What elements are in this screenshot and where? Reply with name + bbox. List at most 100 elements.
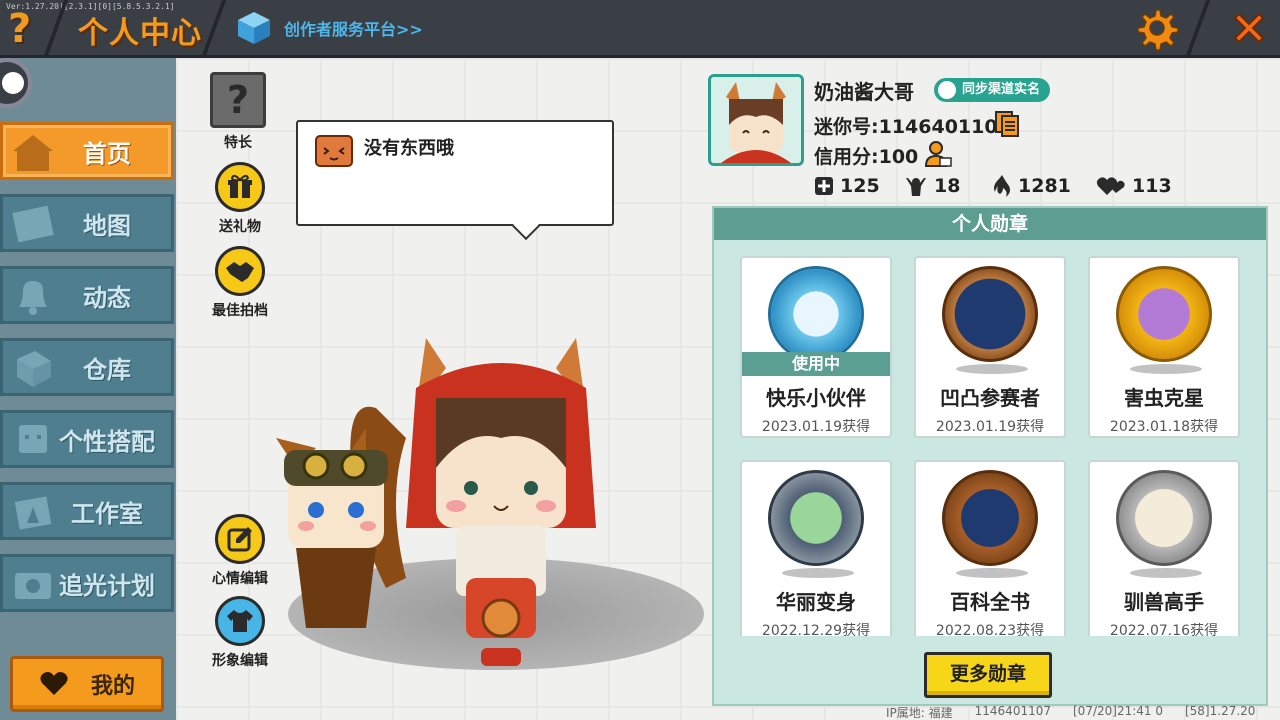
player-name: 奶油酱大哥 <box>814 80 914 104</box>
specialty-button[interactable]: ? 特长 <box>203 72 273 152</box>
medal-shadow <box>956 364 1028 374</box>
medal-date: 2023.01.19获得 <box>761 419 871 435</box>
stat-hearts-value: 113 <box>1132 175 1172 197</box>
main-area: ? 特长 送礼物 最佳拍档 心情编辑 形象编辑 没有东西哦 奶油酱大哥 同步渠道… <box>176 58 1280 720</box>
medal-card[interactable]: 百科全书 2022.08.23获得 <box>914 460 1066 636</box>
question-block-icon: ? <box>210 72 266 128</box>
sidebar-item-label: 个性搭配 <box>59 427 155 456</box>
hearts-icon <box>1096 177 1125 195</box>
sidebar-item-label: 工作室 <box>71 499 143 528</box>
sidebar-item-outfit[interactable]: 个性搭配 <box>0 410 174 468</box>
medal-name: 百科全书 <box>950 590 1030 614</box>
medals-title: 个人勋章 <box>714 208 1266 240</box>
creator-platform-link[interactable]: 创作者服务平台>> <box>236 10 423 46</box>
medal-name: 快乐小伙伴 <box>766 386 866 410</box>
speech-bubble-text: 没有东西哦 <box>364 138 454 159</box>
footer-info: IP属地: 福建 1146401107 [07/20]21:41 0 [58]1… <box>886 704 1280 720</box>
footer-version: [58]1.27.20 <box>1184 704 1256 718</box>
handshake-icon <box>215 246 265 296</box>
medal-date: 2022.07.16获得 <box>1109 623 1219 636</box>
sidebar-item-label: 追光计划 <box>59 571 155 600</box>
mini-id: 迷你号:1146401107 <box>814 116 1011 138</box>
medal-card[interactable]: 凹凸参赛者 2023.01.19获得 <box>914 256 1066 438</box>
sidebar: 首页 地图 动态 仓库 个性搭配 工作室 追光计划 我的 <box>0 58 176 720</box>
player-avatar[interactable] <box>256 328 656 678</box>
medal-badge-icon <box>942 266 1038 362</box>
heart-icon <box>40 672 68 695</box>
close-button[interactable] <box>1218 0 1280 56</box>
avatar[interactable] <box>708 74 804 166</box>
character-icon <box>19 425 47 453</box>
medal-name: 驯兽高手 <box>1124 590 1204 614</box>
medal-date: 2023.01.19获得 <box>935 419 1045 435</box>
gear-icon[interactable] <box>1132 4 1180 52</box>
verify-badge[interactable]: 同步渠道实名 <box>934 78 1051 102</box>
question-icon: ? <box>8 6 32 52</box>
sidebar-item-label: 动态 <box>83 283 131 312</box>
ip-location: IP属地: 福建 <box>886 706 953 720</box>
sidebar-item-home[interactable]: 首页 <box>0 122 174 180</box>
speech-bubble: 没有东西哦 <box>296 120 614 226</box>
stat-heat: 1281 <box>992 174 1096 198</box>
medal-badge-icon <box>942 470 1038 566</box>
medal-badge-icon <box>1116 470 1212 566</box>
credit-person-icon[interactable] <box>924 140 952 168</box>
stat-hearts: 113 <box>1096 174 1186 198</box>
stat-likes: 125 <box>814 174 904 198</box>
footer-uid: 1146401107 <box>974 704 1051 718</box>
studio-icon <box>14 496 52 530</box>
medal-card[interactable]: 驯兽高手 2022.07.16获得 <box>1088 460 1240 636</box>
stat-fans: 18 <box>904 174 992 198</box>
medal-card[interactable]: 华丽变身 2022.12.29获得 <box>740 460 892 636</box>
best-partner-label: 最佳拍档 <box>212 303 268 319</box>
sidebar-item-light-chase[interactable]: 追光计划 <box>0 554 174 612</box>
sidebar-item-map[interactable]: 地图 <box>0 194 174 252</box>
sidebar-item-label: 首页 <box>83 139 131 168</box>
medal-shadow <box>1130 568 1202 578</box>
close-icon <box>1233 12 1265 44</box>
copy-icon[interactable] <box>994 110 1020 138</box>
bell-icon <box>19 281 47 315</box>
divider <box>201 0 227 56</box>
emoji-face-icon <box>315 135 353 167</box>
footer-time: [07/20]21:41 0 <box>1073 704 1163 718</box>
medal-shadow <box>956 568 1028 578</box>
sidebar-item-feed[interactable]: 动态 <box>0 266 174 324</box>
send-gift-label: 送礼物 <box>219 219 261 235</box>
stats-row: 125 18 1281 113 <box>814 174 1186 198</box>
map-icon <box>12 205 54 243</box>
medal-name: 害虫克星 <box>1124 386 1204 410</box>
medal-badge-icon <box>768 266 864 362</box>
stat-likes-value: 125 <box>840 175 880 197</box>
house-icon <box>13 135 53 171</box>
help-button[interactable]: Ver:1.27.20|[2.3.1][0][5.8.5.3.2.1] ? <box>0 0 175 56</box>
collapse-toggle[interactable] <box>0 58 32 108</box>
medal-date: 2023.01.18获得 <box>1109 419 1219 435</box>
medal-name: 华丽变身 <box>776 590 856 614</box>
flame-icon <box>994 175 1010 197</box>
sidebar-item-studio[interactable]: 工作室 <box>0 482 174 540</box>
creator-link-label: 创作者服务平台>> <box>284 20 423 39</box>
in-use-badge: 使用中 <box>742 352 890 376</box>
pet-squirrel <box>276 406 406 628</box>
sidebar-item-warehouse[interactable]: 仓库 <box>0 338 174 396</box>
cube-icon <box>238 12 270 44</box>
medal-shadow <box>782 568 854 578</box>
gift-icon <box>215 162 265 212</box>
mine-button[interactable]: 我的 <box>10 656 164 712</box>
top-bar: Ver:1.27.20|[2.3.1][0][5.8.5.3.2.1] ? 个人… <box>0 0 1280 58</box>
medals-grid[interactable]: 使用中 快乐小伙伴 2023.01.19获得 凹凸参赛者 2023.01.19获… <box>740 256 1242 636</box>
box-icon <box>17 351 51 387</box>
divider <box>1185 0 1211 56</box>
medal-shadow <box>1130 364 1202 374</box>
medals-panel: 个人勋章 使用中 快乐小伙伴 2023.01.19获得 凹凸参赛者 2023.0… <box>712 206 1268 706</box>
best-partner-button[interactable]: 最佳拍档 <box>205 246 275 320</box>
medal-badge-icon <box>768 470 864 566</box>
medal-date: 2022.08.23获得 <box>935 623 1045 636</box>
more-medals-button[interactable]: 更多勋章 <box>924 652 1052 698</box>
send-gift-button[interactable]: 送礼物 <box>205 162 275 236</box>
medal-card[interactable]: 害虫克星 2023.01.18获得 <box>1088 256 1240 438</box>
medal-card[interactable]: 使用中 快乐小伙伴 2023.01.19获得 <box>740 256 892 438</box>
medal-name: 凹凸参赛者 <box>940 386 1040 410</box>
player-character <box>406 338 596 666</box>
